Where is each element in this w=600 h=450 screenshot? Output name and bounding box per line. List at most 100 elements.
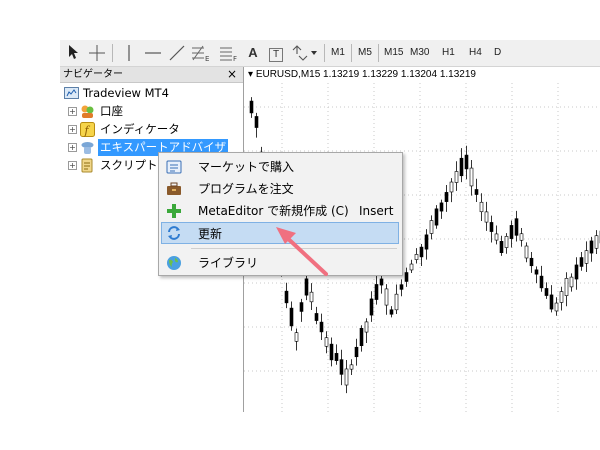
candle-body (474, 189, 479, 195)
candle-body (434, 208, 439, 226)
candle-body (514, 218, 519, 236)
candle-body (334, 353, 339, 361)
toolbar-separator (112, 44, 113, 62)
candle-body (579, 257, 584, 267)
tree-item-label: インディケータ (100, 122, 180, 136)
candle-body (494, 233, 499, 241)
candle-body (329, 343, 334, 361)
timeframe-m5-button[interactable]: M5 (358, 46, 372, 60)
candle-body (344, 368, 349, 386)
candle-body (524, 245, 529, 259)
expand-icon[interactable]: + (68, 161, 77, 170)
candle-body (324, 337, 329, 347)
candle-body (254, 116, 259, 128)
candle-body (449, 181, 454, 193)
candle-body (544, 288, 549, 296)
trend-line-icon[interactable] (168, 44, 186, 62)
candle-body (499, 241, 504, 253)
candle-body (424, 234, 429, 250)
candle-body (409, 263, 414, 271)
plus-icon (167, 204, 181, 218)
candle-body (359, 328, 364, 346)
candle-body (299, 302, 304, 312)
candle-body (349, 364, 354, 370)
candle-body (369, 298, 374, 316)
channel-sub-label: F (233, 55, 238, 63)
menu-item-refresh[interactable]: 更新 (161, 222, 399, 244)
candle-body (459, 157, 464, 177)
candle-body (249, 100, 254, 114)
text-label-tool-button[interactable]: T (268, 44, 284, 62)
candle-body (479, 201, 484, 213)
candle-body (364, 321, 369, 333)
cursor-arrow-icon[interactable] (66, 44, 80, 62)
menu-item-label: プログラムを注文 (198, 182, 294, 196)
candle-body (469, 167, 474, 187)
timeframe-m15-button[interactable]: M15 (384, 46, 403, 60)
candle-body (314, 313, 319, 321)
candle-body (389, 309, 394, 315)
menu-item-label: 更新 (198, 227, 223, 241)
tree-root-label: Tradeview MT4 (83, 86, 169, 100)
fibonacci-icon[interactable]: E (190, 44, 212, 63)
timeframe-m1-button[interactable]: M1 (331, 46, 345, 60)
candle-body (429, 220, 434, 234)
candle-body (534, 269, 539, 275)
globe-icon (167, 256, 181, 270)
candle-body (584, 250, 589, 264)
vertical-line-icon[interactable] (122, 44, 136, 62)
expert-advisor-icon (81, 142, 94, 154)
menu-item-buy-in-market[interactable]: マーケットで購入 (161, 156, 399, 178)
timeframe-d1-button[interactable]: D (494, 46, 501, 60)
terminal-icon (64, 87, 79, 99)
candle-body (554, 302, 559, 312)
candle-body (309, 291, 314, 303)
timeframe-h4-button[interactable]: H4 (469, 46, 482, 60)
candle-body (559, 291, 564, 303)
fib-sub-label: E (205, 55, 210, 63)
menu-item-new-in-metaeditor[interactable]: MetaEditor で新規作成 (C) Insert (161, 200, 399, 222)
channel-icon[interactable]: F (218, 44, 240, 63)
close-icon[interactable]: × (227, 67, 237, 81)
menu-item-library[interactable]: ライブラリ (161, 252, 399, 274)
candle-body (294, 332, 299, 342)
market-icon (166, 160, 182, 174)
toolbar-separator (324, 44, 325, 62)
candle-body (529, 257, 534, 267)
expand-icon[interactable]: + (68, 143, 77, 152)
tree-item-label: スクリプト (100, 158, 158, 172)
candle-body (339, 359, 344, 375)
toolbar: E F A T M1 M5 M15 M30 H1 H4 D (60, 40, 600, 67)
candle-body (319, 321, 324, 333)
accounts-icon (81, 105, 94, 118)
timeframe-h1-button[interactable]: H1 (442, 46, 455, 60)
menu-item-label: MetaEditor で新規作成 (C) (198, 204, 349, 218)
text-tool-button[interactable]: A (246, 44, 260, 62)
timeframe-m30-button[interactable]: M30 (410, 46, 429, 60)
candle-body (414, 254, 419, 260)
candle-body (539, 275, 544, 289)
candle-body (289, 307, 294, 327)
candle-body (399, 284, 404, 290)
horizontal-line-icon[interactable] (144, 44, 162, 62)
navigator-title: ナビゲーター (63, 69, 123, 80)
candle-body (464, 154, 469, 170)
candle-body (439, 202, 444, 212)
mt4-window: E F A T M1 M5 M15 M30 H1 H4 D ナビゲーター × T… (60, 40, 600, 412)
crosshair-icon[interactable] (88, 44, 106, 62)
scripts-icon (81, 158, 93, 173)
arrows-dropdown-icon[interactable] (290, 44, 318, 62)
indicators-icon: f (80, 122, 95, 137)
expand-icon[interactable]: + (68, 125, 77, 134)
menu-item-order-program[interactable]: プログラムを注文 (161, 178, 399, 200)
context-menu: マーケットで購入 プログラムを注文 MetaEditor で新規作成 (C) I… (158, 152, 403, 276)
candle-body (564, 278, 569, 296)
candle-body (379, 278, 384, 286)
candle-body (404, 272, 409, 282)
candle-body (504, 236, 509, 248)
expand-icon[interactable]: + (68, 107, 77, 116)
toolbar-separator (351, 44, 352, 62)
menu-separator (191, 248, 397, 249)
candle-body (444, 192, 449, 202)
candle-body (374, 284, 379, 300)
